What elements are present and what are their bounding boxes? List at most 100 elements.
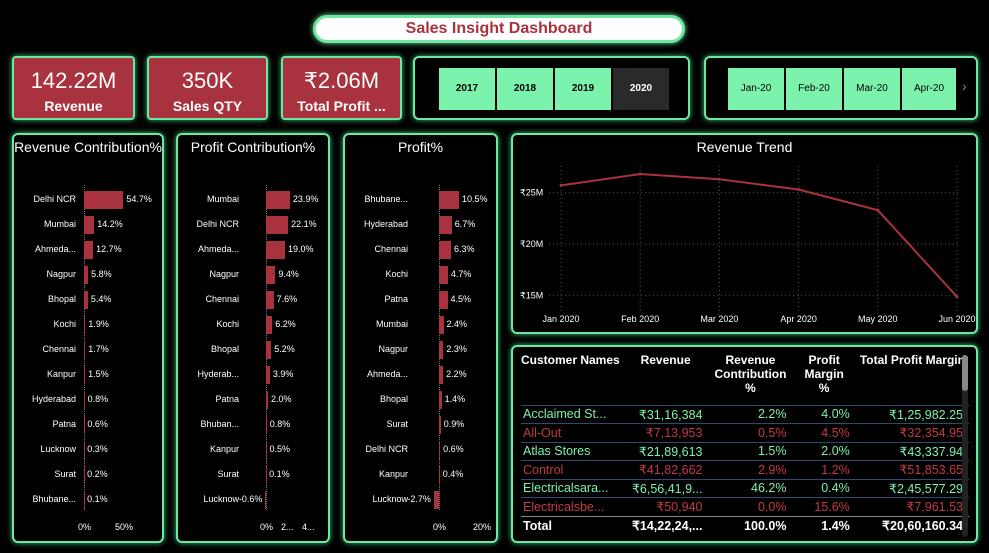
panel-title: Profit Contribution% xyxy=(190,139,316,155)
year-chip-2020[interactable]: 2020 xyxy=(613,68,669,110)
table-row[interactable]: Control ₹41,82,662 2.9% 1.2% ₹51,853.65 xyxy=(521,460,969,479)
table-row[interactable]: Electricalsara... ₹6,56,41,9... 46.2% 0.4% ₹… xyxy=(521,478,969,498)
x-tick-label: Jun 2020 xyxy=(938,314,975,324)
axis-tick-label: 2... xyxy=(281,522,294,532)
bar[interactable] xyxy=(433,491,439,509)
bar[interactable] xyxy=(84,216,95,234)
bar-category-label: Surat xyxy=(217,469,239,479)
bar-category-label: Patna xyxy=(215,394,239,404)
bar[interactable] xyxy=(439,391,442,409)
table-cell-name: Total xyxy=(521,515,623,535)
table-row[interactable]: Atlas Stores ₹21,89,613 1.5% 2.0% ₹43,337.94 xyxy=(521,441,969,461)
column-header[interactable]: Total Profit Margin xyxy=(856,353,969,405)
scrollbar-thumb[interactable] xyxy=(962,355,968,391)
bar-category-label: Kochi xyxy=(385,269,408,279)
month-chip-jan[interactable]: Jan-20 xyxy=(728,68,784,110)
bar[interactable] xyxy=(439,441,441,459)
bar-value-label: 2.0% xyxy=(271,394,292,404)
bar-value-label: 0.1% xyxy=(269,469,290,479)
bar-value-label: -0.6% xyxy=(238,494,263,504)
table-row[interactable]: Acclaimed St... ₹31,16,384 2.2% 4.0% ₹1,25,9… xyxy=(521,404,969,424)
bar-value-label: 9.4% xyxy=(278,269,299,279)
year-chip-2017[interactable]: 2017 xyxy=(439,68,495,110)
bar[interactable] xyxy=(266,216,289,234)
bar-value-label: -2.7% xyxy=(407,494,431,504)
bar[interactable] xyxy=(439,241,451,259)
data-point[interactable] xyxy=(638,172,642,176)
bar[interactable] xyxy=(84,366,86,384)
bar[interactable] xyxy=(84,341,86,359)
kpi-revenue-card: 142.22M Revenue xyxy=(12,56,135,120)
bar[interactable] xyxy=(84,466,85,484)
bar[interactable] xyxy=(266,466,267,484)
bar[interactable] xyxy=(266,441,267,459)
panel-title: Profit% xyxy=(397,139,444,155)
table-cell-margin: 4.0% xyxy=(792,404,856,424)
bar[interactable] xyxy=(439,191,459,209)
month-chip-feb[interactable]: Feb-20 xyxy=(786,68,842,110)
column-header[interactable]: Customer Names xyxy=(521,353,623,405)
bar-value-label: 6.2% xyxy=(275,319,296,329)
bar[interactable] xyxy=(84,191,124,209)
bar-value-label: 0.6% xyxy=(87,419,108,429)
profit-percent-panel: Profit% Bhubane... 10.5% Hyderabad 6.7% Chen… xyxy=(343,133,498,543)
x-tick-label: May 2020 xyxy=(858,314,898,324)
bar[interactable] xyxy=(266,391,268,409)
bar[interactable] xyxy=(84,491,85,509)
bar[interactable] xyxy=(439,266,448,284)
column-header[interactable]: Revenue xyxy=(623,353,709,405)
table-cell-name: Electricalsara... xyxy=(521,478,623,498)
bar-category-label: Hyderabad xyxy=(363,219,408,229)
bar[interactable] xyxy=(266,266,276,284)
bar[interactable] xyxy=(439,466,440,484)
table-cell-margin: 1.4% xyxy=(792,515,856,535)
bar[interactable] xyxy=(439,416,441,434)
bar-value-label: 5.8% xyxy=(91,269,112,279)
bar[interactable] xyxy=(266,316,273,334)
bar[interactable] xyxy=(84,416,85,434)
bar[interactable] xyxy=(266,366,270,384)
bar[interactable] xyxy=(266,291,274,309)
data-point[interactable] xyxy=(797,188,801,192)
column-header[interactable]: Revenue Contribution % xyxy=(708,353,792,405)
table-cell-name: Electricalsbe... xyxy=(521,497,623,516)
bar[interactable] xyxy=(84,441,85,459)
year-chip-2018[interactable]: 2018 xyxy=(497,68,553,110)
x-tick-label: Apr 2020 xyxy=(780,314,817,324)
data-point[interactable] xyxy=(717,177,721,181)
year-chip-2019[interactable]: 2019 xyxy=(555,68,611,110)
bar[interactable] xyxy=(84,291,88,309)
bar[interactable] xyxy=(266,341,272,359)
bar-category-label: Nagpur xyxy=(378,344,408,354)
bar[interactable] xyxy=(84,266,89,284)
bar[interactable] xyxy=(84,391,85,409)
bar-category-label: Mumbai xyxy=(43,219,76,229)
chevron-right-icon[interactable]: › xyxy=(962,78,967,94)
bar[interactable] xyxy=(84,241,94,259)
column-header[interactable]: Profit Margin % xyxy=(792,353,855,405)
bar-category-label: Patna xyxy=(384,294,408,304)
bar[interactable] xyxy=(439,341,444,359)
data-point[interactable] xyxy=(559,183,563,187)
month-chip-apr[interactable]: Apr-20 xyxy=(902,68,956,110)
bar-value-label: 4.5% xyxy=(450,294,472,304)
kpi-label: Sales QTY xyxy=(172,98,243,114)
bar[interactable] xyxy=(439,216,452,234)
bar[interactable] xyxy=(439,316,444,334)
bar[interactable] xyxy=(439,291,448,309)
customer-table-panel: Customer Names Revenue Revenue Contribut… xyxy=(511,345,978,543)
table-scrollbar[interactable] xyxy=(962,355,968,537)
bar[interactable] xyxy=(265,491,267,509)
table-cell-contrib: 1.5% xyxy=(708,441,793,461)
table-row[interactable]: Electricalsbe... ₹50,940 0.0% 15.6% ₹7,961.5… xyxy=(521,497,969,516)
data-point[interactable] xyxy=(955,295,959,299)
bar[interactable] xyxy=(266,241,285,259)
table-row[interactable]: All-Out ₹7,13,953 0.5% 4.5% ₹32,354.95 xyxy=(521,423,969,442)
month-chip-mar[interactable]: Mar-20 xyxy=(844,68,900,110)
bar[interactable] xyxy=(439,366,444,384)
bar[interactable] xyxy=(84,316,86,334)
bar-value-label: 4.7% xyxy=(450,269,472,279)
bar[interactable] xyxy=(266,416,267,434)
data-point[interactable] xyxy=(876,208,880,212)
bar[interactable] xyxy=(266,191,290,209)
